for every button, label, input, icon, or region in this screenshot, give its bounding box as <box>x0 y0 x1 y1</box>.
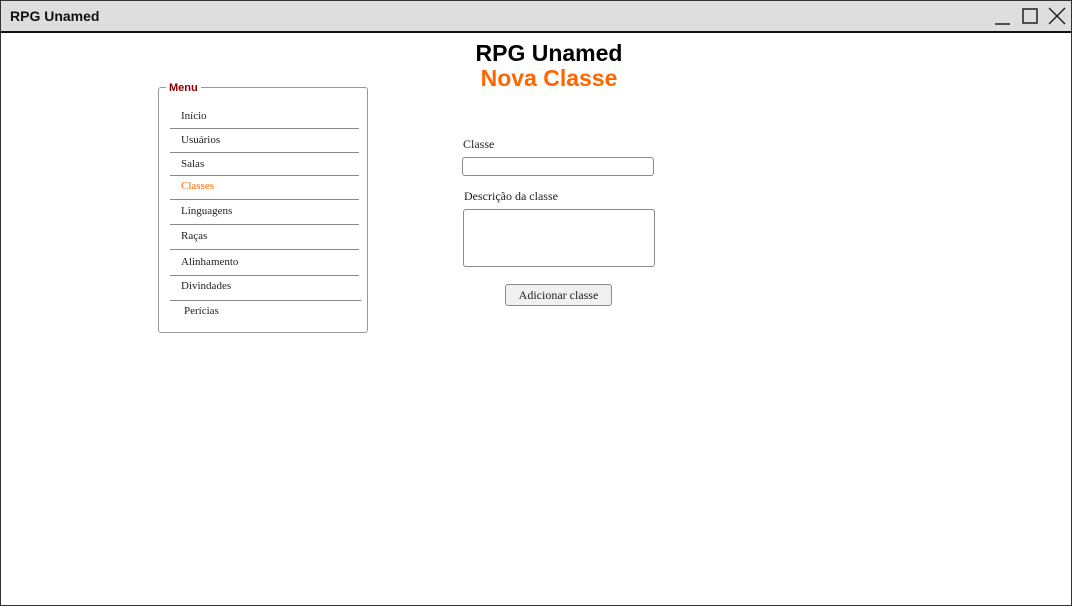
classe-label: Classe <box>463 137 495 151</box>
menu-legend: Menu <box>166 82 201 94</box>
menu-divider <box>170 199 359 200</box>
menu-item-usuarios[interactable]: Usuários <box>170 133 359 147</box>
menu-divider <box>170 175 359 176</box>
menu-divider <box>170 152 359 153</box>
minimize-icon[interactable] <box>993 6 1013 26</box>
menu-item-linguagens[interactable]: Linguagens <box>170 204 359 218</box>
menu-item-divindades[interactable]: Divindades <box>170 279 359 293</box>
app-title: RPG Unamed <box>475 40 623 66</box>
close-icon[interactable] <box>1047 6 1067 26</box>
classe-input[interactable] <box>462 157 654 176</box>
descricao-label: Descrição da classe <box>464 189 558 203</box>
menu-item-salas[interactable]: Salas <box>170 157 359 171</box>
menu-item-inicio[interactable]: Início <box>170 109 359 123</box>
window-title: RPG Unamed <box>10 8 100 24</box>
menu-divider <box>170 249 359 250</box>
menu-divider <box>170 128 359 129</box>
menu-item-classes[interactable]: Classes <box>170 179 359 193</box>
titlebar: RPG Unamed <box>1 1 1071 33</box>
app-window: RPG Unamed RPG Unamed Nova Classe Menu I… <box>0 0 1072 606</box>
add-class-button[interactable]: Adicionar classe <box>505 284 612 306</box>
menu-divider <box>170 224 359 225</box>
menu-divider <box>170 300 361 301</box>
descricao-textarea[interactable] <box>463 209 655 267</box>
menu-item-alinhamento[interactable]: Alinhamento <box>170 255 359 269</box>
menu-divider <box>170 275 359 276</box>
maximize-icon[interactable] <box>1020 6 1040 26</box>
menu-item-pericias[interactable]: Perícias <box>170 304 359 318</box>
menu-item-racas[interactable]: Raças <box>170 229 359 243</box>
